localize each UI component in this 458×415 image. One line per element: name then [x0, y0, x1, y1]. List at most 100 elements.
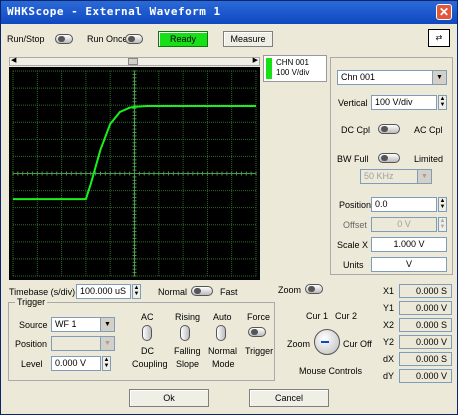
offset-field: 0 V — [371, 217, 437, 232]
readout-value-y1: 0.000 V — [399, 301, 452, 315]
scroll-thumb[interactable] — [128, 58, 138, 65]
readout-value-dy: 0.000 V — [399, 369, 452, 383]
normal-label: Normal — [158, 287, 188, 297]
ok-button[interactable]: Ok — [129, 389, 209, 407]
dc-cpl-label: DC Cpl — [341, 125, 371, 135]
close-icon: ✕ — [438, 5, 450, 19]
cur-off-label: Cur Off — [343, 339, 372, 349]
channel-tag-scale: 100 V/div — [276, 68, 310, 77]
run-stop-toggle[interactable] — [55, 34, 73, 44]
readout-label-dx: dX — [383, 354, 395, 364]
zoom-toggle[interactable] — [305, 284, 323, 294]
trigger-mode-toggle[interactable] — [216, 325, 226, 341]
limited-label: Limited — [414, 154, 444, 164]
bandwidth-value: 50 KHz — [364, 171, 394, 181]
chevron-down-icon: ▼ — [100, 337, 114, 350]
channel-color-bar — [266, 58, 272, 79]
bw-full-label: BW Full — [337, 154, 369, 164]
bandwidth-select: 50 KHz ▼ — [360, 169, 432, 184]
run-stop-label: Run/Stop — [7, 34, 45, 44]
mode-top-label: Auto — [213, 312, 232, 322]
readout-label-y1: Y1 — [383, 303, 395, 313]
readout-label-y2: Y2 — [383, 337, 395, 347]
position-field[interactable]: 0.0 — [371, 197, 437, 212]
position-spinner[interactable]: ▲ ▼ — [438, 197, 447, 212]
timebase-mode-toggle[interactable] — [191, 286, 213, 296]
chevron-down-icon: ▼ — [417, 170, 431, 183]
offset-label: Offset — [343, 220, 367, 230]
readout-value-dx: 0.000 S — [399, 352, 452, 366]
trigger-slope-toggle[interactable] — [180, 325, 190, 341]
readout-label-x1: X1 — [383, 286, 395, 296]
window-title: WHKScope - External Waveform 1 — [7, 5, 221, 18]
offset-spinner: ▲ ▼ — [438, 217, 447, 232]
waveform-plot — [12, 70, 257, 277]
cur2-label: Cur 2 — [335, 311, 358, 321]
trigger-position-select: ▼ — [51, 336, 115, 351]
title-bar: WHKScope - External Waveform 1 ✕ — [1, 1, 457, 24]
mode-bottom-label: Normal — [208, 346, 238, 356]
scope-window: WHKScope - External Waveform 1 ✕ Run/Sto… — [0, 0, 458, 415]
run-once-toggle[interactable] — [125, 34, 143, 44]
timebase-label: Timebase (s/div) — [9, 287, 76, 297]
channel-tag-name: CHN 001 — [276, 58, 309, 67]
coupling-label: Coupling — [132, 359, 168, 369]
timebase-field[interactable]: 100.000 uS — [76, 284, 131, 299]
trigger-position-label: Position — [15, 339, 48, 349]
scale-x-label: Scale X — [337, 240, 369, 250]
mouse-mode-knob[interactable] — [314, 329, 340, 355]
fast-label: Fast — [220, 287, 238, 297]
scroll-right-icon[interactable]: ▶ — [253, 56, 258, 64]
level-field[interactable]: 0.000 V — [51, 356, 101, 371]
mouse-controls-label: Mouse Controls — [299, 366, 363, 376]
coupling-top-label: AC — [141, 312, 154, 322]
cur1-label: Cur 1 — [306, 311, 329, 321]
force-trigger-toggle[interactable] — [248, 327, 266, 337]
coupling-bottom-label: DC — [141, 346, 154, 356]
slope-top-label: Rising — [175, 312, 201, 322]
channel-select-value: Chn 001 — [341, 72, 376, 82]
measure-button[interactable]: Measure — [223, 31, 273, 47]
channel-select[interactable]: Chn 001 ▼ — [337, 70, 447, 85]
mode-label: Mode — [212, 359, 235, 369]
timebase-spinner[interactable]: ▲ ▼ — [132, 284, 141, 299]
readout-value-x2: 0.000 S — [399, 318, 452, 332]
force-label: Force — [247, 312, 271, 322]
units-label: Units — [343, 260, 364, 270]
zoom-label: Zoom — [278, 285, 302, 295]
readout-value-x1: 0.000 S — [399, 284, 452, 298]
ac-cpl-label: AC Cpl — [414, 125, 443, 135]
chevron-down-icon: ▼ — [432, 71, 446, 84]
vertical-field[interactable]: 100 V/div — [371, 95, 437, 110]
slope-label: Slope — [176, 359, 200, 369]
chevron-down-icon: ▼ — [100, 318, 114, 331]
export-icon[interactable]: ⇄ — [428, 29, 450, 47]
position-label: Position — [339, 200, 372, 210]
units-field[interactable]: V — [371, 257, 447, 272]
trigger-group-label: Trigger — [15, 297, 48, 307]
horizontal-scrollbar[interactable]: ◀ ▶ — [9, 57, 260, 66]
bandwidth-toggle[interactable] — [378, 153, 400, 163]
mouse-zoom-label: Zoom — [287, 339, 311, 349]
ready-indicator: Ready — [158, 31, 208, 47]
waveform-display[interactable] — [9, 67, 260, 280]
scale-x-field[interactable]: 1.000 V — [371, 237, 447, 252]
coupling-toggle[interactable] — [378, 124, 400, 134]
force-trigger-label: Trigger — [245, 346, 274, 356]
level-spinner[interactable]: ▲ ▼ — [102, 356, 111, 371]
run-once-label: Run Once — [87, 34, 128, 44]
channel-tag[interactable]: CHN 001 100 V/div — [263, 55, 327, 82]
close-button[interactable]: ✕ — [436, 4, 452, 20]
vertical-spinner[interactable]: ▲ ▼ — [438, 95, 447, 110]
source-label: Source — [19, 320, 48, 330]
readout-value-y2: 0.000 V — [399, 335, 452, 349]
source-select[interactable]: WF 1 ▼ — [51, 317, 115, 332]
knob-pointer-icon — [321, 341, 329, 343]
scroll-left-icon[interactable]: ◀ — [11, 56, 16, 64]
readout-label-x2: X2 — [383, 320, 395, 330]
cancel-button[interactable]: Cancel — [249, 389, 329, 407]
vertical-label: Vertical — [338, 98, 368, 108]
level-label: Level — [21, 359, 43, 369]
readout-label-dy: dY — [383, 371, 395, 381]
trigger-coupling-toggle[interactable] — [142, 325, 152, 341]
